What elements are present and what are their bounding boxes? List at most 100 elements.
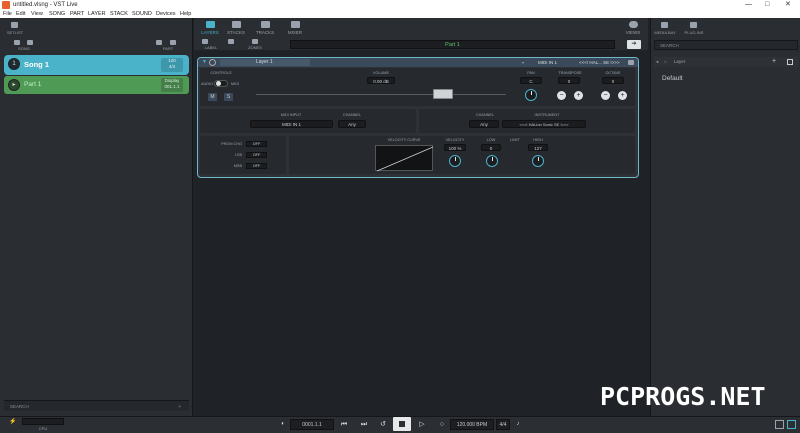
tab-mixer[interactable]: MIXER	[282, 20, 308, 37]
prgm-chg-off[interactable]: OFF	[246, 141, 267, 147]
menu-stack[interactable]: STACK	[110, 10, 128, 18]
msb-off[interactable]: OFF	[246, 163, 267, 169]
remove-part-icon[interactable]	[170, 40, 176, 45]
audio-midi-toggle[interactable]	[214, 80, 228, 87]
plugins-icon[interactable]	[690, 22, 697, 28]
menu-part[interactable]: PART	[70, 10, 84, 18]
tab-layers[interactable]: LAYERS	[197, 20, 223, 37]
audio-label: AUDIO	[200, 82, 214, 86]
next-icon[interactable]: ⏭	[358, 419, 370, 430]
instrument-edit-icon[interactable]	[628, 60, 634, 65]
part-name-field[interactable]: Part 1	[290, 40, 615, 49]
media-path[interactable]: Layer	[674, 57, 685, 67]
menu-view[interactable]: View	[31, 10, 43, 18]
transpose-label: TRANSPOSE	[558, 71, 582, 75]
solo-button[interactable]: S	[224, 93, 233, 101]
signature-display[interactable]: 4/4	[496, 419, 510, 430]
high-value[interactable]: 127	[528, 144, 548, 151]
menu-help[interactable]: Help	[180, 10, 191, 18]
low-value[interactable]: 0	[481, 144, 501, 151]
velocity-value[interactable]: 100 %	[444, 144, 466, 151]
cpu-meter	[22, 418, 64, 425]
velocity-knob[interactable]	[449, 155, 461, 167]
part-row[interactable]: ▸ Part 1 Display 001.1.1	[4, 76, 189, 94]
position-display[interactable]: 0001.1.1	[290, 419, 334, 430]
stop-button[interactable]	[393, 417, 411, 431]
menu-file[interactable]: File	[3, 10, 12, 18]
remove-song-icon[interactable]	[27, 40, 33, 45]
loop-icon[interactable]: ↺	[377, 419, 389, 430]
lsb-off[interactable]: OFF	[246, 152, 267, 158]
metronome-toggle-icon[interactable]: ◐	[278, 419, 288, 430]
tab-stacks[interactable]: STACKS	[223, 20, 249, 37]
velocity-curve-graph[interactable]	[375, 145, 434, 172]
high-knob[interactable]	[532, 155, 544, 167]
tempo-display[interactable]: 120.000 BPM	[450, 419, 494, 430]
channel2-dropdown[interactable]: Any	[469, 120, 499, 128]
transpose-minus-button[interactable]: −	[557, 91, 566, 100]
save-preset-icon[interactable]	[787, 59, 793, 65]
menu-layer[interactable]: LAYER	[88, 10, 106, 18]
velocity-curve-line	[376, 146, 434, 172]
maximize-button[interactable]: □	[765, 0, 769, 10]
instrument-dropdown[interactable]: <<<! HALion Sonic SE !>>>	[502, 120, 586, 128]
label-button[interactable]: LABEL	[203, 45, 219, 50]
add-layer-icon[interactable]	[202, 39, 208, 44]
mixer-icon	[290, 21, 300, 28]
octave-plus-button[interactable]: +	[618, 91, 627, 100]
layout-left-icon[interactable]	[775, 420, 784, 429]
menu-sound[interactable]: SOUND	[132, 10, 152, 18]
cpu-label: CPU	[38, 426, 48, 431]
midi-input-dropdown[interactable]: MIDI IN 1	[250, 120, 333, 128]
octave-minus-button[interactable]: −	[601, 91, 610, 100]
preset-item-default[interactable]: Default	[662, 75, 683, 82]
low-knob[interactable]	[486, 155, 498, 167]
close-button[interactable]: ✕	[785, 0, 791, 10]
home-icon[interactable]: ⌂	[664, 57, 667, 67]
add-preset-icon[interactable]: +	[772, 57, 776, 66]
tab-tracks[interactable]: TRACKS	[252, 20, 278, 37]
collapse-icon[interactable]: ▼	[202, 58, 207, 67]
pan-knob[interactable]	[525, 89, 537, 101]
octave-value[interactable]: 0	[602, 77, 624, 84]
pan-value[interactable]: C	[520, 77, 542, 84]
volume-slider-handle[interactable]	[433, 89, 453, 99]
zones-icon[interactable]	[252, 39, 258, 44]
stop-icon	[399, 421, 405, 427]
media-bay-icon[interactable]	[661, 22, 668, 28]
song-row[interactable]: 1 Song 1 120 4/4	[4, 55, 189, 75]
layer-header[interactable]: ▼ Layer 1 ▾ MIDI IN 1 <<<! HAL... SE !>>…	[198, 58, 638, 67]
performance-icon[interactable]: ⚡	[9, 418, 16, 425]
layer-midi-dropdown-icon[interactable]: ▾	[522, 58, 524, 67]
setlist-search-input[interactable]: SEARCH ×	[4, 400, 189, 411]
previous-icon[interactable]: ⏮	[338, 419, 350, 430]
minimize-button[interactable]: —	[745, 0, 752, 10]
plugins-label[interactable]: PLUG-INS	[682, 30, 706, 35]
channel-dropdown[interactable]: Any	[338, 120, 366, 128]
add-song-icon[interactable]	[14, 40, 20, 45]
record-icon[interactable]: ○	[436, 419, 448, 430]
volume-value[interactable]: 0.00 dB	[367, 77, 395, 84]
views-button[interactable]: VIEWS	[620, 20, 646, 37]
media-bay-label[interactable]: MEDIA BAY	[652, 30, 678, 35]
transpose-plus-button[interactable]: +	[574, 91, 583, 100]
clear-search-icon[interactable]: ×	[178, 401, 181, 412]
zones-button[interactable]: ZONES	[247, 45, 263, 50]
volume-slider-track[interactable]	[256, 94, 506, 95]
add-part-icon[interactable]	[156, 40, 162, 45]
play-icon[interactable]: ▷	[416, 419, 428, 430]
next-arrow-button[interactable]: ➔	[627, 40, 641, 49]
menu-devices[interactable]: Devices	[156, 10, 176, 18]
media-search-input[interactable]: SEARCH	[654, 40, 798, 50]
transpose-value[interactable]: 0	[558, 77, 580, 84]
layout-right-icon[interactable]	[787, 420, 796, 429]
metronome-icon[interactable]: ♪	[512, 419, 524, 430]
back-icon[interactable]: ◂	[656, 57, 658, 67]
remove-layer-icon[interactable]	[228, 39, 234, 44]
setlist-icon[interactable]	[11, 22, 18, 28]
menu-song[interactable]: SONG	[49, 10, 65, 18]
power-icon[interactable]	[209, 59, 216, 66]
mute-button[interactable]: M	[208, 93, 217, 101]
menu-bar: File Edit View SONG PART LAYER STACK SOU…	[0, 10, 800, 18]
menu-edit[interactable]: Edit	[16, 10, 25, 18]
